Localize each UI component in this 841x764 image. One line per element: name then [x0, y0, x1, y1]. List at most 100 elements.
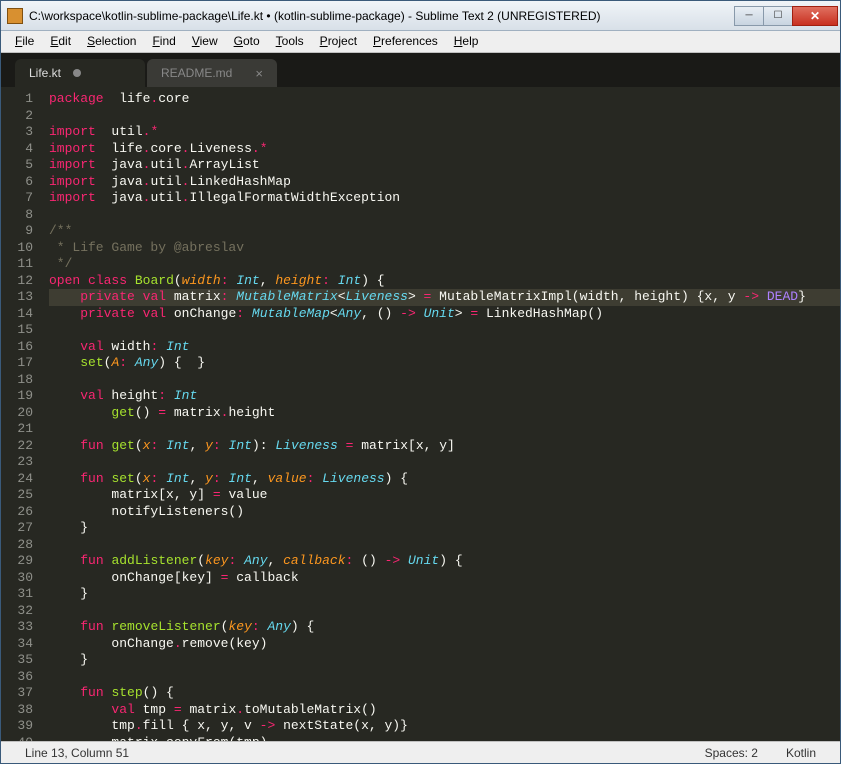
- line-number: 34: [1, 636, 33, 653]
- code-line[interactable]: val height: Int: [49, 388, 840, 405]
- code-line[interactable]: package life.core: [49, 91, 840, 108]
- line-number: 9: [1, 223, 33, 240]
- code-line[interactable]: fun set(x: Int, y: Int, value: Liveness)…: [49, 471, 840, 488]
- menu-help[interactable]: Help: [446, 31, 487, 52]
- code-line[interactable]: private val onChange: MutableMap<Any, ()…: [49, 306, 840, 323]
- code-line[interactable]: */: [49, 256, 840, 273]
- code-content[interactable]: package life.core import util.*import li…: [41, 87, 840, 741]
- code-line[interactable]: tmp.fill { x, y, v -> nextState(x, y)}: [49, 718, 840, 735]
- line-number: 22: [1, 438, 33, 455]
- code-line[interactable]: [49, 603, 840, 620]
- code-line[interactable]: open class Board(width: Int, height: Int…: [49, 273, 840, 290]
- line-number: 12: [1, 273, 33, 290]
- tab-readme-md[interactable]: README.md ×: [147, 59, 277, 87]
- status-position[interactable]: Line 13, Column 51: [11, 746, 143, 760]
- menu-find[interactable]: Find: [144, 31, 183, 52]
- line-number-gutter: 1234567891011121314151617181920212223242…: [1, 87, 41, 741]
- code-line[interactable]: [49, 537, 840, 554]
- code-line[interactable]: onChange[key] = callback: [49, 570, 840, 587]
- menu-selection[interactable]: Selection: [79, 31, 144, 52]
- menubar: FileEditSelectionFindViewGotoToolsProjec…: [1, 31, 840, 53]
- line-number: 30: [1, 570, 33, 587]
- code-line[interactable]: fun addListener(key: Any, callback: () -…: [49, 553, 840, 570]
- code-line[interactable]: val tmp = matrix.toMutableMatrix(): [49, 702, 840, 719]
- menu-file[interactable]: File: [7, 31, 42, 52]
- menu-view[interactable]: View: [184, 31, 226, 52]
- dirty-dot-icon: [73, 69, 81, 77]
- code-line[interactable]: /**: [49, 223, 840, 240]
- code-line[interactable]: matrix[x, y] = value: [49, 487, 840, 504]
- code-line[interactable]: private val matrix: MutableMatrix<Livene…: [49, 289, 840, 306]
- tab-label: README.md: [161, 66, 232, 80]
- line-number: 35: [1, 652, 33, 669]
- line-number: 31: [1, 586, 33, 603]
- line-number: 3: [1, 124, 33, 141]
- line-number: 32: [1, 603, 33, 620]
- line-number: 25: [1, 487, 33, 504]
- app-icon: [7, 8, 23, 24]
- code-line[interactable]: import life.core.Liveness.*: [49, 141, 840, 158]
- status-syntax[interactable]: Kotlin: [772, 746, 830, 760]
- menu-project[interactable]: Project: [312, 31, 365, 52]
- close-button[interactable]: ✕: [792, 6, 838, 26]
- code-line[interactable]: fun step() {: [49, 685, 840, 702]
- code-line[interactable]: val width: Int: [49, 339, 840, 356]
- line-number: 27: [1, 520, 33, 537]
- line-number: 29: [1, 553, 33, 570]
- code-line[interactable]: onChange.remove(key): [49, 636, 840, 653]
- code-line[interactable]: [49, 108, 840, 125]
- tabbar: Life.kt README.md ×: [1, 53, 840, 87]
- line-number: 5: [1, 157, 33, 174]
- code-line[interactable]: fun removeListener(key: Any) {: [49, 619, 840, 636]
- tab-close-icon[interactable]: ×: [255, 66, 263, 81]
- window-title: C:\workspace\kotlin-sublime-package\Life…: [29, 9, 735, 23]
- code-line[interactable]: [49, 207, 840, 224]
- code-line[interactable]: }: [49, 586, 840, 603]
- code-line[interactable]: fun get(x: Int, y: Int): Liveness = matr…: [49, 438, 840, 455]
- line-number: 16: [1, 339, 33, 356]
- code-line[interactable]: import java.util.ArrayList: [49, 157, 840, 174]
- code-line[interactable]: get() = matrix.height: [49, 405, 840, 422]
- titlebar[interactable]: C:\workspace\kotlin-sublime-package\Life…: [1, 1, 840, 31]
- window-frame: C:\workspace\kotlin-sublime-package\Life…: [0, 0, 841, 764]
- code-line[interactable]: notifyListeners(): [49, 504, 840, 521]
- code-line[interactable]: [49, 454, 840, 471]
- code-line[interactable]: [49, 372, 840, 389]
- line-number: 11: [1, 256, 33, 273]
- line-number: 7: [1, 190, 33, 207]
- editor-area: Life.ktREADME.md× 1234567891011121314151…: [1, 53, 840, 741]
- line-number: 20: [1, 405, 33, 422]
- code-line[interactable]: [49, 421, 840, 438]
- line-number: 28: [1, 537, 33, 554]
- menu-tools[interactable]: Tools: [268, 31, 312, 52]
- code-line[interactable]: set(A: Any) { }: [49, 355, 840, 372]
- code-line[interactable]: import util.*: [49, 124, 840, 141]
- minimize-button[interactable]: ─: [734, 6, 764, 26]
- code-line[interactable]: * Life Game by @abreslav: [49, 240, 840, 257]
- code-line[interactable]: import java.util.IllegalFormatWidthExcep…: [49, 190, 840, 207]
- code-line[interactable]: [49, 669, 840, 686]
- code-line[interactable]: }: [49, 520, 840, 537]
- line-number: 1: [1, 91, 33, 108]
- line-number: 6: [1, 174, 33, 191]
- code-line[interactable]: import java.util.LinkedHashMap: [49, 174, 840, 191]
- line-number: 18: [1, 372, 33, 389]
- line-number: 33: [1, 619, 33, 636]
- code-line[interactable]: }: [49, 652, 840, 669]
- line-number: 38: [1, 702, 33, 719]
- tab-life-kt[interactable]: Life.kt: [15, 59, 145, 87]
- line-number: 4: [1, 141, 33, 158]
- line-number: 23: [1, 454, 33, 471]
- menu-goto[interactable]: Goto: [226, 31, 268, 52]
- tab-label: Life.kt: [29, 66, 61, 80]
- code-area[interactable]: 1234567891011121314151617181920212223242…: [1, 87, 840, 741]
- menu-preferences[interactable]: Preferences: [365, 31, 446, 52]
- line-number: 2: [1, 108, 33, 125]
- status-indent[interactable]: Spaces: 2: [691, 746, 772, 760]
- maximize-button[interactable]: ☐: [763, 6, 793, 26]
- line-number: 21: [1, 421, 33, 438]
- menu-edit[interactable]: Edit: [42, 31, 79, 52]
- code-line[interactable]: [49, 322, 840, 339]
- statusbar: Line 13, Column 51 Spaces: 2 Kotlin: [1, 741, 840, 763]
- line-number: 10: [1, 240, 33, 257]
